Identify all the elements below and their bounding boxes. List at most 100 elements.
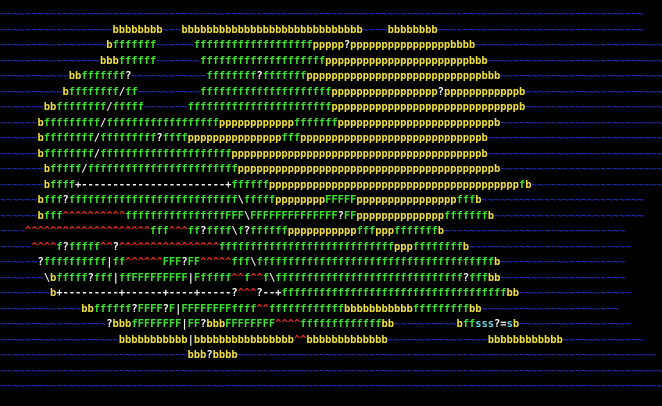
forest-run: ffffffffffffffffffffffffffffffffffff — [281, 287, 507, 299]
water-run: ~~~~~~~~~~~~~~~~~~~~ — [500, 271, 626, 284]
beach-run: bbbbbbbbbbbbbbbbbbbbbbbbbbbbb — [181, 23, 363, 36]
map-row: ~~~~~~~\bfffff?fff|ffFFFFFFFFF|Ffffff^^f… — [0, 271, 662, 287]
water-run: ~~~~~~~~~~~~~~~~~~ — [0, 23, 113, 36]
forest-run: ffffffffffffffffffffffffffffff — [275, 271, 463, 284]
water-run: ~~~~~~~~~~~~~~~~~~~~~~ — [531, 178, 662, 191]
map-row: ~~~~~~bfff?fffffffffffffffffffffffffff\f… — [0, 193, 662, 209]
forest-run: ffffffffffffffffffffffffffffffffffffff — [256, 256, 494, 268]
forest-run: ffff — [206, 225, 232, 237]
plains-run: ppppp — [312, 39, 344, 51]
forest-run: ffff — [162, 132, 188, 144]
water-run: ~~~~~~~~~~~~~~~~~~~~~~~~~~~~~~~~~ — [437, 23, 644, 36]
plains-run: ppp — [393, 240, 413, 253]
water-run: ~~~~~~~~~~~~~~~~~~~~~~~~ — [493, 209, 645, 222]
beach-run: bbbbbbbbbbbbb — [306, 333, 388, 346]
forest-run: fffffffff — [412, 302, 470, 315]
forest-run: fffff — [68, 240, 101, 253]
water-run: ~~~~~~~~~~~~~~~~~ — [0, 318, 107, 330]
beach-run: bb — [487, 271, 501, 284]
map-row: ~~~~~~~~b+---------+------+----+-----?^^… — [0, 286, 662, 302]
forest-run: fffffff — [112, 39, 157, 51]
mountain-run: ^^^ — [168, 225, 188, 237]
forest-run: ffffffff — [68, 85, 119, 98]
water-run: ~~~~~~~~~~~~~~~~~~~~~~ — [525, 101, 662, 113]
map-row: ~~~~~~bffffffff/fffffffff?ffffpppppppppp… — [0, 131, 662, 147]
water-run: ~~~~~~ — [0, 147, 38, 160]
forest-run: FF — [187, 256, 201, 268]
map-row: ~~~~~~~~~~~~~~~~bbbffffff~~~~~~~ffffffff… — [0, 54, 662, 70]
forest-run: fffffffffffffffffffffff — [187, 101, 332, 113]
plains-run: pppppppppppppp — [356, 209, 444, 222]
mountain-run: ^^^^^^^^^^^^^^^^^^^^ — [25, 225, 151, 237]
map-row: ~~~~~~~bffff+-----------------------+fff… — [0, 178, 662, 194]
forest-run: ffffffff — [43, 132, 94, 144]
plains-run: pppppppppppp — [443, 85, 519, 98]
beach-run: bbbb — [212, 349, 238, 361]
map-row: ~~~~~~?ffffffffff|ff^^^^^^FFF?FF^^^^^fff… — [0, 255, 662, 271]
forest-run: ff — [187, 225, 201, 237]
plains-run: pppppppp — [275, 194, 326, 206]
mountain-run: ^^ — [231, 271, 244, 284]
water-run: ~~~~~~ — [0, 194, 38, 206]
water-run: ~~~~~~~~~~~~~~~~~~~~ — [500, 256, 626, 268]
forest-run: ffffff — [250, 225, 288, 237]
water-run: ~~~~~~~~~~~~~~~~~~~~~~~~~~ — [468, 240, 632, 253]
forest-run: fff — [281, 132, 301, 144]
water-run: ~~~~~~~~~~~~~~~~~~~~~~~~~~ — [500, 163, 662, 175]
beach-run: bbbbbbbb — [112, 23, 163, 36]
forest-run: fffffff — [262, 70, 307, 82]
forest-run: Ffffff — [193, 271, 232, 284]
beach-run: bb — [81, 302, 94, 315]
map-row: ~~~~~~~~~~~bbfffffff?~~~~~~~~~~~~fffffff… — [0, 69, 662, 85]
water-run: ~~~~~~~~~~~~~~~~~~~~~~~~~~ — [481, 194, 645, 206]
water-run: ~~~~~~~ — [0, 101, 44, 113]
forest-run: fff — [231, 256, 251, 268]
water-run: ~~~~~~~~ — [0, 287, 51, 299]
water-run: ~~~~~~~~~~~~~ — [0, 302, 82, 315]
water-run: ~~~~~~ — [156, 39, 194, 51]
forest-run: ffffffffffff — [268, 302, 344, 315]
beach-run: bbb — [481, 70, 501, 82]
mountain-run: ^^ — [293, 333, 307, 346]
water-run: ~~~~~~~~~~~~~~~~ — [0, 54, 101, 67]
forest-run: fffffffff — [43, 116, 101, 129]
water-run: ~~~~~~ — [0, 116, 38, 129]
plains-run: pppppppppppppppppppppppppppppppppppppppp — [231, 147, 482, 160]
forest-run: ffffffff — [56, 101, 107, 113]
beach-run: bb — [469, 302, 482, 315]
forest-run: fffff — [50, 163, 82, 175]
plains-run: pppppppppppppppppppppppppppppppppppppppp — [268, 178, 519, 191]
terrain-map[interactable]: ~~~~~~~~~~~~~~~~~~~~~~~~~~~~~~~~~~~~~~~~… — [0, 7, 662, 395]
map-row: ~~~~~~~~~~bffffffff/ff~~~~~~~~~~ffffffff… — [0, 85, 662, 101]
forest-run: FFF — [162, 256, 182, 268]
map-row: ~~~~~~~~~~~~~~~~~~~~~~~~~~~~~~~~~~~~~~~~… — [0, 364, 662, 380]
water-run: ~~~ — [162, 23, 182, 36]
forest-run: fff — [456, 194, 476, 206]
beach-run: bb — [381, 318, 394, 330]
mountain-run: ^^^^^ — [200, 256, 232, 268]
water-run: ~~~~~~~~~~~~~~~~~~~~~~~~~~~~~~~~~~~~~~~~… — [0, 364, 662, 377]
water-run: ~~~~~~~ — [0, 271, 44, 284]
forest-run: FF — [187, 318, 201, 330]
plains-run: ppppppppppppppppp — [331, 85, 438, 98]
forest-run: fffffff — [293, 116, 338, 129]
mountain-run: ^^^^ — [31, 240, 57, 253]
forest-run: FFFF — [137, 302, 163, 315]
water-run: ~~~~~~~~~~~~~~~~~~~~~~~~~~~~~~ — [0, 349, 188, 361]
forest-run: ffffffffff — [43, 256, 107, 268]
water-run: ~~~~~~~~~~~~~~~~~~~~~~~~~~~~ — [487, 147, 662, 160]
plains-run: ppppppppppppppp — [187, 132, 282, 144]
water-run: ~~~~~~~~~~~~~~~~~~~~~~~~~~~~~~~~~~~~~~~~… — [237, 349, 657, 361]
beach-run: bbbb — [450, 39, 476, 51]
water-run: ~~~~~~~~~~~~~~~~~ — [0, 39, 107, 51]
mountain-run: ^^ — [100, 240, 113, 253]
game-screen: ~~~~~~~~~~~~~~~~~~~~~~~~~~~~~~~~~~~~~~~~… — [0, 0, 662, 406]
beach-run: bbbbbbbb — [387, 23, 438, 36]
water-run: ~~~~~~~~~~~ — [0, 70, 69, 82]
forest-run: ff — [462, 318, 476, 330]
forest-run: fffffff — [394, 225, 438, 237]
beach-run: bbbbbbbbbbb — [118, 333, 188, 346]
water-run: ~~~~ — [362, 23, 388, 36]
forest-run: fffffffffffffffffff — [193, 39, 313, 51]
water-run: ~~~~~~~~~~~~~~~~~~~~~~~~~~~~~ — [444, 225, 626, 237]
